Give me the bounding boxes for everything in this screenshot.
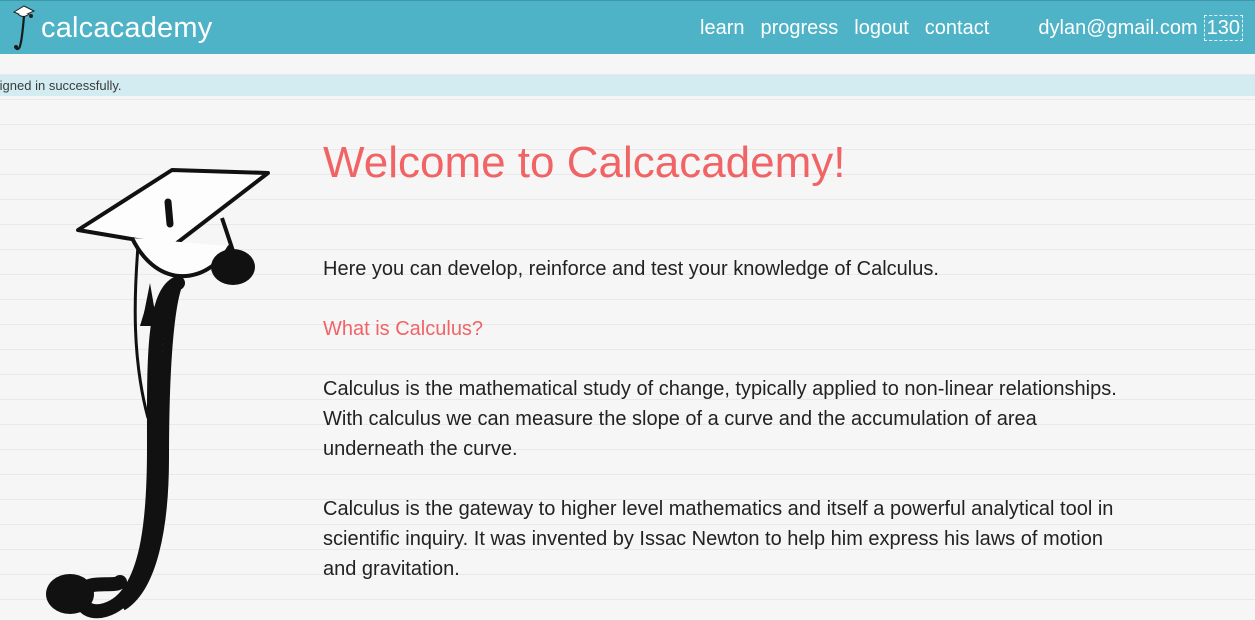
user-area: dylan@gmail.com 130	[1038, 1, 1243, 55]
flash-message: Signed in successfully.	[0, 78, 122, 93]
paragraph: Calculus is the gateway to higher level …	[323, 498, 1114, 580]
points-badge: 130	[1203, 15, 1243, 41]
integral-cap-logo-icon	[12, 5, 36, 51]
flash-notice: Signed in successfully.	[0, 75, 1255, 96]
intro-text: Here you can develop, reinforce and test…	[323, 258, 939, 280]
top-navbar: calcacademy learn progress logout contac…	[0, 0, 1255, 54]
brand-link[interactable]: calcacademy	[10, 3, 212, 53]
brand-name: calcacademy	[41, 11, 213, 44]
page-title: Welcome to Calcacademy!	[323, 138, 846, 187]
main-content: Welcome to Calcacademy! Here you can dev…	[323, 136, 1123, 580]
section-heading: What is Calculus?	[323, 318, 484, 340]
user-email-link[interactable]: dylan@gmail.com	[1038, 17, 1197, 40]
integral-graduation-cap-illustration	[46, 168, 270, 619]
paragraph: Calculus is the mathematical study of ch…	[323, 378, 1117, 460]
nav-contact-link[interactable]: contact	[925, 17, 989, 40]
nav-links: learn progress logout contact	[700, 1, 1005, 55]
nav-learn-link[interactable]: learn	[700, 17, 744, 40]
nav-logout-link[interactable]: logout	[854, 17, 909, 40]
nav-progress-link[interactable]: progress	[760, 17, 838, 40]
